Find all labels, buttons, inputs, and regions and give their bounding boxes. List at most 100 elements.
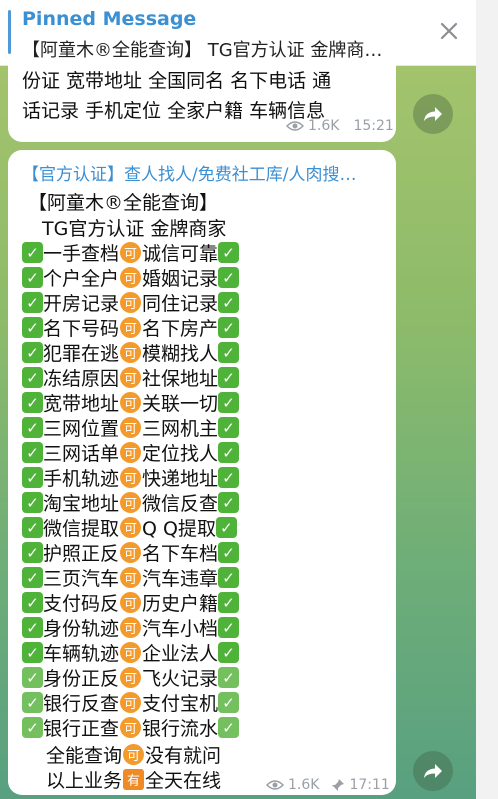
- check-icon: ✓: [22, 492, 43, 513]
- feature-right: 社保地址: [142, 368, 219, 390]
- pill-icon: 可: [120, 567, 142, 588]
- check-icon: ✓: [218, 317, 240, 338]
- pill-icon: 有: [123, 769, 145, 790]
- check-icon: ✓: [22, 542, 43, 563]
- pill-icon: 可: [120, 417, 142, 438]
- check-icon: ✓: [215, 517, 237, 538]
- feature-left: 身份正反: [43, 668, 120, 690]
- check-icon: ✓: [218, 467, 240, 488]
- pinned-indicator: [8, 10, 11, 54]
- scrollbar-track[interactable]: [476, 0, 498, 799]
- feature-right: 同住记录: [142, 293, 219, 315]
- close-icon[interactable]: [436, 18, 462, 44]
- views-icon: [286, 121, 304, 131]
- pill-icon: 可: [120, 492, 142, 513]
- pill-icon: 可: [120, 292, 142, 313]
- feature-right: 汽车小档: [142, 618, 219, 640]
- message-meta: 1.6K 15:21: [286, 118, 394, 134]
- feature-row: ✓ 三页汽车可汽车违章 ✓: [22, 565, 240, 590]
- pill-icon: 可: [120, 267, 142, 288]
- message-text-line: 话记录 手机定位 全家户籍 车辆信息: [22, 100, 326, 122]
- pill-icon: 可: [120, 242, 142, 263]
- message-footer-line: 全能查询 可 没有就问: [46, 742, 221, 767]
- check-icon: ✓: [218, 392, 240, 413]
- pill-icon: 可: [123, 744, 145, 765]
- feature-row: ✓ 一手查档可诚信可靠 ✓: [22, 240, 240, 265]
- feature-right: 支付宝机: [142, 693, 219, 715]
- feature-left: 身份轨迹: [43, 618, 120, 640]
- feature-right: 历史户籍: [142, 593, 219, 615]
- message-time: 15:21: [353, 118, 394, 134]
- check-icon: ✓: [218, 292, 240, 313]
- feature-left: 三网位置: [43, 418, 120, 440]
- feature-row: ✓ 三网位置可三网机主 ✓: [22, 415, 240, 440]
- feature-left: 护照正反: [43, 543, 120, 565]
- feature-right: 名下房产: [142, 318, 219, 340]
- pill-icon: 可: [120, 342, 142, 363]
- pill-icon: 可: [120, 392, 142, 413]
- check-icon: ✓: [218, 617, 240, 638]
- feature-left: 名下号码: [43, 318, 120, 340]
- feature-row: ✓ 开房记录可同住记录 ✓: [22, 290, 240, 315]
- feature-left: 支付码反: [43, 593, 120, 615]
- feature-row: ✓ 冻结原因可社保地址 ✓: [22, 365, 240, 390]
- feature-right: 模糊找人: [142, 343, 219, 365]
- pinned-message-bar[interactable]: Pinned Message 【阿童木®全能查询】 TG官方认证 金牌商…: [0, 0, 476, 66]
- check-icon: ✓: [218, 367, 240, 388]
- feature-row: ✓ 个户全户可婚姻记录 ✓: [22, 265, 240, 290]
- pill-icon: 可: [120, 592, 142, 613]
- forward-button[interactable]: [413, 751, 453, 791]
- check-icon: ✓: [218, 267, 240, 288]
- check-icon: ✓: [22, 292, 43, 313]
- feature-right: 飞火记录: [142, 668, 219, 690]
- feature-left: 犯罪在逃: [43, 343, 120, 365]
- forward-icon: [424, 764, 442, 778]
- message-heading: 【阿童木®全能查询】: [28, 192, 219, 214]
- feature-left: 开房记录: [43, 293, 120, 315]
- feature-row: ✓ 手机轨迹可快递地址 ✓: [22, 465, 240, 490]
- check-icon: ✓: [218, 667, 240, 688]
- message-subheading: TG官方认证 金牌商家: [42, 218, 227, 240]
- feature-left: 三网话单: [43, 443, 120, 465]
- check-icon: ✓: [218, 592, 240, 613]
- footer-right: 全天在线: [145, 770, 222, 792]
- feature-left: 微信提取: [43, 518, 120, 540]
- message-link[interactable]: 【官方认证】查人找人/免费社工库/人肉搜…: [22, 160, 387, 185]
- check-icon: ✓: [218, 542, 240, 563]
- footer-right: 没有就问: [145, 745, 222, 767]
- message-bubble: 份证 宽带地址 全国同名 名下电话 通 话记录 手机定位 全家户籍 车辆信息 1…: [8, 60, 396, 142]
- check-icon: ✓: [22, 267, 43, 288]
- views-icon: [266, 780, 284, 790]
- check-icon: ✓: [22, 417, 43, 438]
- check-icon: ✓: [218, 242, 240, 263]
- pill-icon: 可: [120, 542, 142, 563]
- pill-icon: 可: [120, 517, 142, 538]
- pill-icon: 可: [120, 617, 142, 638]
- pinned-title: Pinned Message: [22, 8, 197, 30]
- check-icon: ✓: [218, 442, 240, 463]
- feature-right: 微信反查: [142, 493, 219, 515]
- check-icon: ✓: [22, 242, 43, 263]
- forward-button[interactable]: [413, 94, 453, 134]
- feature-right: 诚信可靠: [142, 243, 219, 265]
- feature-row: ✓ 车辆轨迹可企业法人 ✓: [22, 640, 240, 665]
- feature-left: 宽带地址: [43, 393, 120, 415]
- feature-row: ✓ 名下号码可名下房产 ✓: [22, 315, 240, 340]
- feature-right: Q Q提取: [142, 518, 216, 540]
- message-bubble: 【官方认证】查人找人/免费社工库/人肉搜… 【阿童木®全能查询】 TG官方认证 …: [8, 150, 396, 795]
- feature-right: 名下车档: [142, 543, 219, 565]
- feature-left: 车辆轨迹: [43, 643, 120, 665]
- check-icon: ✓: [22, 517, 43, 538]
- check-icon: ✓: [218, 342, 240, 363]
- check-icon: ✓: [22, 617, 43, 638]
- feature-right: 关联一切: [142, 393, 219, 415]
- check-icon: ✓: [22, 342, 43, 363]
- check-icon: ✓: [22, 367, 43, 388]
- check-icon: ✓: [218, 692, 240, 713]
- check-icon: ✓: [22, 317, 43, 338]
- feature-row: ✓ 银行反查可支付宝机 ✓: [22, 690, 240, 715]
- feature-right: 汽车违章: [142, 568, 219, 590]
- pinned-text: 【阿童木®全能查询】 TG官方认证 金牌商…: [22, 40, 383, 61]
- check-icon: ✓: [22, 567, 43, 588]
- message-time: 17:11: [349, 777, 390, 793]
